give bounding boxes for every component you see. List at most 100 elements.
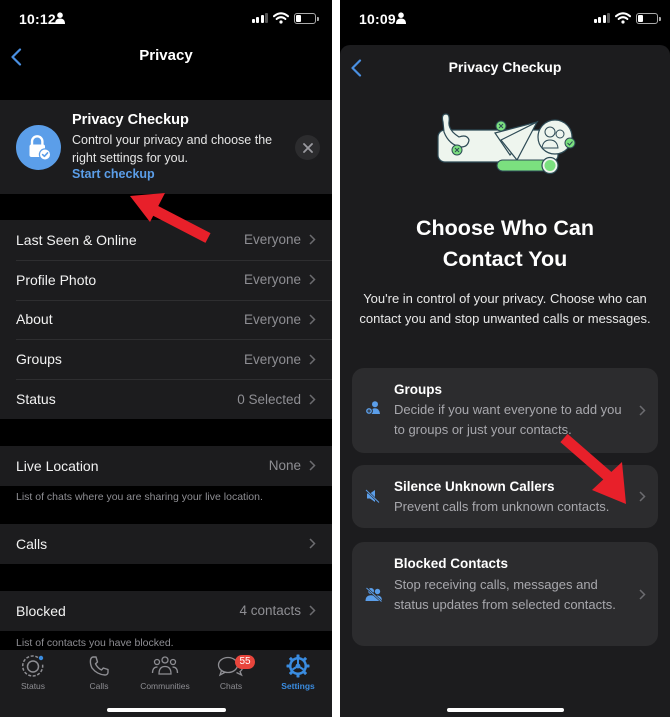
card-description: Stop receiving calls, messages and statu…	[394, 577, 616, 612]
live-location-footnote: List of chats where you are sharing your…	[16, 491, 263, 503]
row-label: Live Location	[16, 457, 99, 474]
row-label: Calls	[16, 535, 48, 552]
unread-badge: 55	[235, 655, 255, 669]
communities-icon	[151, 656, 179, 675]
nav-bar: Privacy	[0, 47, 332, 66]
last-seen-row[interactable]: Last Seen & Online Everyone	[0, 220, 332, 260]
hero-title-line1: Choose Who Can	[416, 216, 594, 240]
page-title: Privacy	[139, 47, 193, 64]
status-icons	[251, 12, 319, 24]
dismiss-checkup-button[interactable]	[295, 135, 320, 160]
status-row[interactable]: Status 0 Selected	[0, 379, 332, 419]
calls-row[interactable]: Calls	[0, 524, 332, 564]
row-value: 4 contacts	[239, 603, 301, 619]
tab-label: Settings	[281, 681, 315, 691]
status-time: 10:09	[359, 11, 396, 27]
row-value: Everyone	[243, 232, 301, 248]
card-description: Prevent calls from unknown contacts.	[394, 499, 610, 514]
tab-label: Chats	[219, 681, 243, 691]
status-icons	[593, 12, 661, 24]
status-time: 10:12	[19, 11, 56, 27]
back-chevron-icon[interactable]	[350, 59, 362, 77]
lock-check-icon	[16, 125, 61, 170]
checkup-description: Control your privacy and choose the righ…	[72, 133, 273, 165]
chevron-right-icon	[309, 538, 316, 549]
hero-title-line2: Contact You	[442, 247, 568, 271]
tab-chats[interactable]: 55 Chats	[198, 654, 264, 691]
live-location-group: Live Location None	[0, 446, 332, 486]
tab-settings[interactable]: Settings	[265, 654, 331, 691]
battery-icon	[294, 12, 319, 24]
card-title: Silence Unknown Callers	[394, 479, 555, 494]
blocked-contacts-card[interactable]: Blocked Contacts Stop receiving calls, m…	[352, 542, 658, 646]
tab-label: Status	[20, 681, 46, 691]
row-label: Last Seen & Online	[16, 231, 137, 248]
start-checkup-link[interactable]: Start checkup	[72, 167, 155, 181]
tab-communities[interactable]: Communities	[132, 654, 198, 691]
row-value: 0 Selected	[237, 391, 301, 407]
chevron-right-icon	[309, 274, 316, 285]
chevron-right-icon	[639, 589, 646, 600]
row-label: About	[16, 311, 53, 328]
wifi-icon	[615, 12, 631, 24]
person-icon	[396, 12, 406, 24]
tab-calls[interactable]: Calls	[66, 654, 132, 691]
close-icon	[302, 142, 313, 153]
signal-icon	[593, 13, 610, 23]
wifi-icon	[273, 12, 289, 24]
blocked-row[interactable]: Blocked 4 contacts	[0, 591, 332, 631]
row-label: Profile Photo	[16, 271, 97, 288]
nav-bar: Privacy Checkup	[340, 59, 670, 77]
calls-group: Calls	[0, 524, 332, 564]
speaker-muted-icon	[365, 489, 380, 503]
person-icon	[55, 12, 65, 24]
status-bar: 10:12	[0, 0, 332, 38]
battery-icon	[636, 12, 661, 24]
profile-photo-row[interactable]: Profile Photo Everyone	[0, 259, 332, 300]
tab-bar: Status Calls Communities 55 Chats Settin…	[0, 650, 332, 717]
status-bar: 10:09	[340, 0, 670, 38]
card-title: Blocked Contacts	[394, 556, 509, 571]
about-row[interactable]: About Everyone	[0, 299, 332, 340]
chevron-right-icon	[309, 605, 316, 616]
chevron-right-icon	[309, 314, 316, 325]
blocked-people-icon	[365, 587, 383, 602]
page-title: Privacy Checkup	[448, 59, 562, 75]
row-label: Status	[16, 391, 56, 408]
checkup-title: Privacy Checkup	[72, 112, 189, 128]
tab-label: Communities	[140, 681, 190, 691]
row-value: Everyone	[243, 351, 301, 367]
chevron-right-icon	[309, 460, 316, 471]
row-label: Blocked	[16, 602, 66, 619]
blocked-footnote: List of contacts you have blocked.	[16, 637, 174, 649]
privacy-settings-screen: 10:12 Privacy Privacy Checkup Control yo…	[0, 0, 332, 717]
hero-description: You're in control of your privacy. Choos…	[359, 291, 651, 326]
card-title: Groups	[394, 382, 443, 397]
row-label: Groups	[16, 351, 62, 368]
home-indicator[interactable]	[107, 708, 226, 712]
privacy-checkup-banner: Privacy Checkup Control your privacy and…	[0, 100, 332, 194]
privacy-visibility-group: Last Seen & Online Everyone Profile Phot…	[0, 220, 332, 419]
tab-label: Calls	[89, 681, 109, 691]
signal-icon	[251, 13, 268, 23]
row-value: None	[268, 458, 301, 474]
chevron-right-icon	[309, 234, 316, 245]
tab-status[interactable]: Status	[0, 654, 66, 691]
back-chevron-icon[interactable]	[10, 48, 22, 66]
silence-unknown-callers-card[interactable]: Silence Unknown Callers Prevent calls fr…	[352, 465, 658, 528]
groups-card[interactable]: Groups Decide if you want everyone to ad…	[352, 368, 658, 453]
groups-row[interactable]: Groups Everyone	[0, 339, 332, 379]
chevron-right-icon	[309, 394, 316, 405]
status-icon	[21, 655, 44, 677]
add-person-icon	[365, 401, 380, 415]
hero-title: Choose Who Can Contact You	[340, 213, 670, 275]
blocked-group: Blocked 4 contacts	[0, 591, 332, 631]
settings-gear-icon	[286, 654, 310, 678]
row-value: Everyone	[243, 272, 301, 288]
card-description: Decide if you want everyone to add you t…	[394, 402, 622, 437]
home-indicator[interactable]	[447, 708, 564, 712]
chevron-right-icon	[639, 405, 646, 416]
row-value: Everyone	[243, 311, 301, 327]
live-location-row[interactable]: Live Location None	[0, 446, 332, 486]
privacy-illustration	[437, 113, 576, 175]
